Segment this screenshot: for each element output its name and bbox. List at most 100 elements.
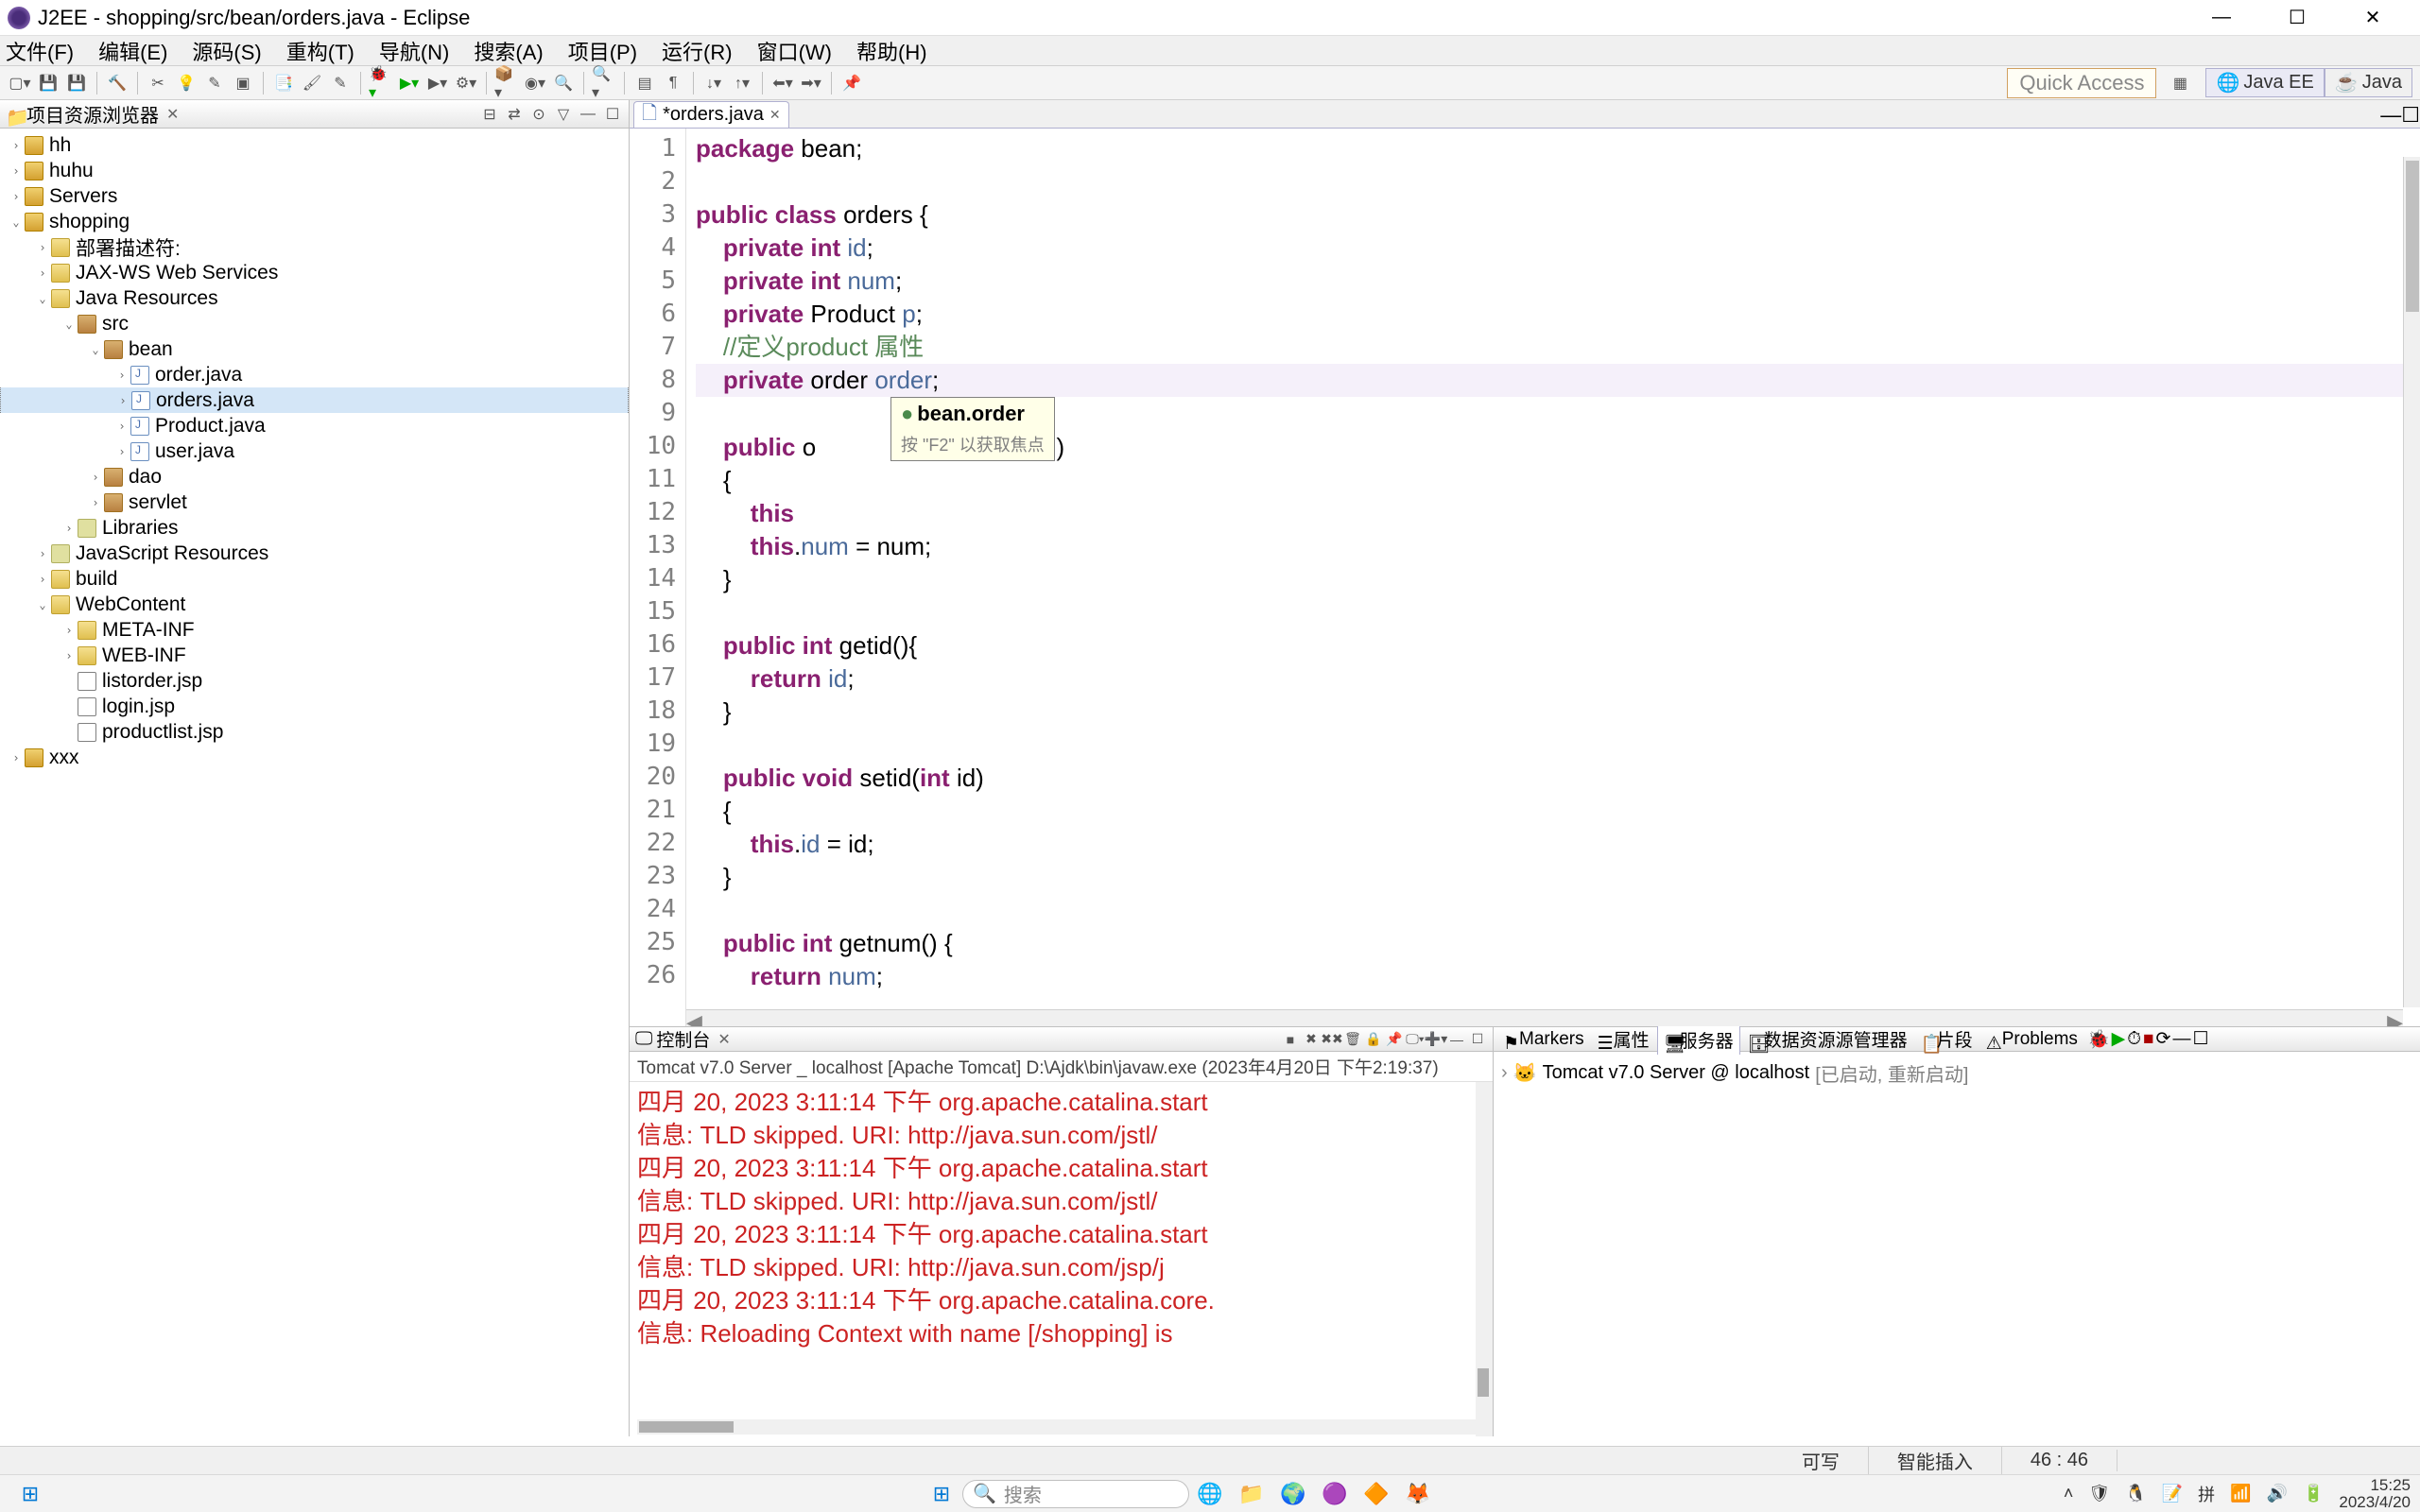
editor-tab-orders[interactable]: 🗋 *orders.java ✕: [633, 101, 789, 128]
tab-properties[interactable]: ☰属性: [1592, 1024, 1655, 1054]
new-class-icon[interactable]: ◉▾: [523, 71, 547, 95]
menu-window[interactable]: 窗口(W): [757, 36, 832, 66]
open-perspective-icon[interactable]: ▦: [2168, 71, 2192, 95]
code-line[interactable]: [696, 729, 2411, 762]
terminate-icon[interactable]: ■: [1281, 1030, 1300, 1049]
server-run-icon[interactable]: ▶: [2112, 1028, 2126, 1050]
tree-node[interactable]: ›hh: [0, 132, 629, 158]
menu-search[interactable]: 搜索(A): [474, 36, 543, 66]
wand-icon[interactable]: ✎: [202, 71, 227, 95]
taskbar-search[interactable]: 🔍 搜索: [962, 1480, 1189, 1508]
tree-node[interactable]: ›xxx: [0, 745, 629, 770]
search-icon[interactable]: 🔍▾: [592, 71, 616, 95]
scroll-right-arrow-icon[interactable]: ▶: [2387, 1010, 2403, 1026]
tray-security-icon[interactable]: 🛡: [2088, 1484, 2110, 1503]
save-icon[interactable]: 💾: [36, 71, 60, 95]
new-icon[interactable]: ▢▾: [8, 71, 32, 95]
back-icon[interactable]: ⬅▾: [770, 71, 795, 95]
panel-close-icon[interactable]: ✕: [166, 105, 179, 124]
tree-expander-icon[interactable]: ›: [34, 571, 51, 588]
tree-expander-icon[interactable]: ›: [87, 494, 104, 511]
tree-node[interactable]: ›build: [0, 566, 629, 592]
server-profile-icon[interactable]: ⏱: [2127, 1029, 2141, 1050]
collapse-all-icon[interactable]: ⊟: [479, 104, 500, 125]
taskbar-app-4[interactable]: 🔶: [1356, 1477, 1397, 1511]
console-scroll-thumb[interactable]: [639, 1421, 734, 1433]
server-debug-icon[interactable]: 🐞: [2087, 1028, 2110, 1051]
tree-expander-icon[interactable]: ›: [87, 469, 104, 486]
console-v-thumb[interactable]: [1478, 1368, 1489, 1397]
code-line[interactable]: return id;: [696, 662, 2411, 696]
code-line[interactable]: public int getnum() {: [696, 927, 2411, 960]
start-button[interactable]: ⊞: [9, 1477, 51, 1511]
quick-access-field[interactable]: Quick Access: [2007, 68, 2156, 98]
perspective-java[interactable]: ☕ Java: [2325, 68, 2412, 97]
bookmark-icon[interactable]: 📑: [271, 71, 296, 95]
run-last-icon[interactable]: ▶▾: [425, 71, 450, 95]
tree-expander-icon[interactable]: ›: [8, 749, 25, 766]
tree-expander-icon[interactable]: ›: [60, 520, 78, 537]
tab-servers[interactable]: 🖥服务器: [1657, 1024, 1740, 1055]
tree-expander-icon[interactable]: ›: [113, 443, 130, 460]
pin-icon[interactable]: 📌: [839, 71, 864, 95]
tab-problems[interactable]: ⚠Problems: [1980, 1027, 2083, 1052]
tree-expander-icon[interactable]: ›: [34, 545, 51, 562]
code-line[interactable]: {: [696, 795, 2411, 828]
tree-node[interactable]: ›Libraries: [0, 515, 629, 541]
save-all-icon[interactable]: 💾: [64, 71, 89, 95]
taskbar-app-5[interactable]: 🦊: [1397, 1477, 1439, 1511]
clear-console-icon[interactable]: 🗑: [1343, 1030, 1362, 1049]
scroll-lock-icon[interactable]: 🔒: [1364, 1030, 1383, 1049]
editor-vertical-scrollbar[interactable]: [2403, 157, 2420, 1007]
tab-datasource[interactable]: 🗄数据资源源管理器: [1742, 1024, 1913, 1054]
next-annotation-icon[interactable]: ↓▾: [701, 71, 726, 95]
tray-wifi-icon[interactable]: 📶: [2230, 1484, 2251, 1503]
tree-node[interactable]: ›order.java: [0, 362, 629, 387]
run-icon[interactable]: ▶▾: [397, 71, 422, 95]
focus-icon[interactable]: ⊙: [528, 104, 549, 125]
code-line[interactable]: }: [696, 696, 2411, 729]
forward-icon[interactable]: ➡▾: [799, 71, 823, 95]
tree-expander-icon[interactable]: ›: [114, 392, 131, 409]
tray-note-icon[interactable]: 📝: [2162, 1484, 2183, 1503]
console-output[interactable]: 四月 20, 2023 3:11:14 下午 org.apache.catali…: [630, 1082, 1493, 1436]
tree-expander-icon[interactable]: [60, 698, 78, 715]
show-whitespace-icon[interactable]: ¶: [661, 71, 685, 95]
tree-expander-icon[interactable]: ⌄: [34, 596, 51, 613]
scissors-icon[interactable]: ✂: [146, 71, 170, 95]
tree-node[interactable]: ›huhu: [0, 158, 629, 183]
tree-expander-icon[interactable]: ⌄: [60, 316, 78, 333]
brush-icon[interactable]: 🖌: [300, 71, 324, 95]
tab-close-icon[interactable]: ✕: [769, 107, 781, 123]
server-stop-icon[interactable]: ■: [2143, 1029, 2153, 1050]
taskbar-eclipse[interactable]: 🟣: [1314, 1477, 1356, 1511]
tree-expander-icon[interactable]: ›: [113, 367, 130, 384]
tree-expander-icon[interactable]: ⌄: [87, 341, 104, 358]
tree-expander-icon[interactable]: ›: [60, 622, 78, 639]
server-entry[interactable]: › 🐱 Tomcat v7.0 Server @ localhost [已启动,…: [1501, 1056, 2412, 1091]
console-minimize-icon[interactable]: —: [1447, 1030, 1466, 1049]
expand-icon[interactable]: ›: [1501, 1062, 1508, 1084]
tray-volume-icon[interactable]: 🔊: [2267, 1484, 2288, 1503]
tree-expander-icon[interactable]: ›: [60, 647, 78, 664]
tree-node[interactable]: ›META-INF: [0, 617, 629, 643]
tree-expander-icon[interactable]: ›: [8, 163, 25, 180]
tree-node[interactable]: ›JavaScript Resources: [0, 541, 629, 566]
code-line[interactable]: this: [696, 497, 2411, 530]
hammer-icon[interactable]: 🔨: [105, 71, 130, 95]
windows-icon[interactable]: ⊞: [921, 1477, 962, 1511]
taskbar-clock[interactable]: 15:25 2023/4/20: [2339, 1477, 2411, 1511]
console-horizontal-scrollbar[interactable]: [637, 1419, 1476, 1435]
tree-expander-icon[interactable]: [60, 673, 78, 690]
menu-file[interactable]: 文件(F): [6, 36, 74, 66]
code-line[interactable]: private int id;: [696, 232, 2411, 265]
tree-expander-icon[interactable]: ⌄: [34, 290, 51, 307]
project-tree[interactable]: ›hh›huhu›Servers⌄shopping›部署描述符:›JAX-WS …: [0, 129, 629, 1436]
menu-project[interactable]: 项目(P): [568, 36, 637, 66]
code-line[interactable]: private Product p;: [696, 298, 2411, 331]
console-vertical-scrollbar[interactable]: [1476, 1082, 1493, 1436]
prev-annotation-icon[interactable]: ↑▾: [730, 71, 754, 95]
code-line[interactable]: [696, 894, 2411, 927]
tray-up-icon[interactable]: ˄: [2064, 1484, 2074, 1503]
maximize-button[interactable]: ☐: [2276, 4, 2318, 32]
